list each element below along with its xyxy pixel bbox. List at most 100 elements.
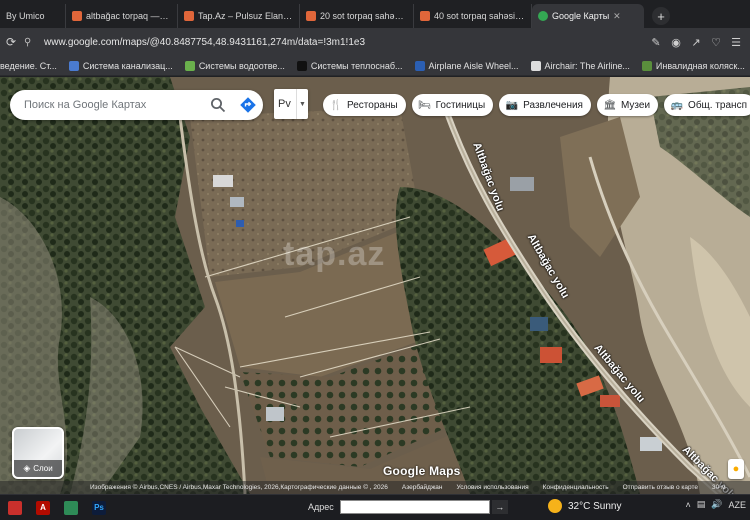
bookmark-item[interactable]: Инвалидная коляск...	[641, 60, 745, 71]
app-icon	[64, 500, 78, 515]
directions-icon	[240, 97, 256, 113]
address-bar[interactable]: ⚲ www.google.com/maps/@40.8487754,48.943…	[24, 31, 640, 53]
search-button[interactable]	[203, 90, 233, 120]
taskbar-address-input[interactable]	[339, 500, 490, 514]
bus-icon: 🚌	[670, 99, 684, 111]
screen: By Umico altbağac torpaq — Bütün Tap.Az …	[0, 0, 750, 520]
bookmark-item[interactable]: Системы водоотве...	[184, 60, 285, 71]
tab-google-maps[interactable]: Google Карты ✕	[532, 4, 644, 28]
tab-title: Google Карты	[552, 11, 610, 21]
feedback-link[interactable]: Отправить отзыв о карте	[623, 484, 698, 491]
language-value: Рv	[278, 98, 291, 110]
layers-button[interactable]: ◈ Слои	[12, 427, 64, 479]
tab-title: Tap.Az – Pulsuz Elanlar Saytı	[198, 11, 293, 21]
taskbar-address-toolbar: Адрес →	[308, 500, 508, 514]
language-selector[interactable]: Рv ▼	[274, 89, 308, 119]
tab-umico[interactable]: By Umico	[0, 4, 66, 28]
museum-icon: 🏛	[603, 99, 617, 111]
bookmark-favicon-icon	[68, 60, 79, 71]
privacy-link[interactable]: Конфиденциальность	[543, 484, 609, 491]
google-maps-logo: Google Maps	[383, 464, 461, 478]
tab-title: 20 sot torpaq sahəsi, Altbağac	[320, 11, 407, 21]
tray-chevron-icon[interactable]: ˄	[685, 500, 690, 510]
bookmarks-bar: ведение. Ст... Система канализац... Сист…	[0, 56, 750, 76]
tab-altbagac-search[interactable]: altbağac torpaq — Bütün	[66, 4, 178, 28]
bookmark-favicon-icon	[414, 60, 425, 71]
url-text: www.google.com/maps/@40.8487754,48.94311…	[44, 36, 366, 48]
layers-icon: ◈	[23, 463, 31, 473]
screenshot-icon[interactable]: ◉	[666, 32, 686, 52]
system-tray: ˄ ▤ 🔊 AZE	[679, 499, 746, 510]
chip-transit[interactable]: 🚌 Общ. трансп	[664, 94, 750, 116]
terms-link[interactable]: Условия использования	[457, 484, 529, 491]
weather-text: 32°C Sunny	[568, 500, 622, 512]
chip-hotels[interactable]: 🛏 Гостиницы	[411, 94, 494, 116]
google-maps-favicon-icon	[538, 11, 548, 21]
chip-museums[interactable]: 🏛 Музеи	[596, 94, 659, 116]
volume-icon[interactable]: 🔊	[711, 499, 722, 510]
satellite-imagery	[0, 77, 750, 494]
taskbar-app-photoshop[interactable]: Ps	[86, 495, 112, 520]
taskbar-app-red[interactable]	[2, 495, 28, 520]
windows-taskbar: A Ps Адрес → 32°C Sunny ˄ ▤ 🔊 AZE	[0, 494, 750, 520]
bookmark-item[interactable]: Airplane Aisle Wheel...	[414, 60, 519, 71]
address-label: Адрес	[308, 502, 334, 512]
edit-icon[interactable]: ✎	[646, 32, 666, 52]
tap-az-favicon-icon	[306, 11, 316, 21]
input-language[interactable]: AZE	[728, 500, 746, 510]
tap-az-favicon-icon	[184, 11, 194, 21]
directions-button[interactable]	[233, 90, 263, 120]
menu-icon[interactable]: ☰	[726, 32, 746, 52]
bed-icon: 🛏	[418, 99, 431, 111]
taskbar-app-acrobat[interactable]: A	[30, 495, 56, 520]
country-label: Азербайджан	[401, 484, 443, 491]
bookmark-item[interactable]: Система канализац...	[68, 60, 173, 71]
map-attribution-bar: Изображения © Airbus,CNES / Airbus,Maxar…	[0, 481, 750, 494]
map-canvas[interactable]: tap.az Altbağac yolu Altbağac yolu Altba…	[0, 77, 750, 494]
search-icon	[211, 98, 226, 113]
taskbar-app-green[interactable]	[58, 495, 84, 520]
acrobat-icon: A	[36, 500, 50, 515]
bookmark-heart-icon[interactable]: ♡	[706, 32, 726, 52]
go-button[interactable]: →	[491, 500, 508, 514]
category-chips: 🍴 Рестораны 🛏 Гостиницы 📷 Развлечения 🏛 Музе…	[323, 94, 750, 116]
browser-toolbar: ⟳ ⚲ www.google.com/maps/@40.8487754,48.9…	[0, 28, 750, 56]
browser-tab-strip: By Umico altbağac torpaq — Bütün Tap.Az …	[0, 0, 750, 28]
layers-label-bar: ◈ Слои	[14, 460, 62, 477]
weather-widget[interactable]: 32°C Sunny	[548, 499, 621, 513]
imagery-credit: Изображения © Airbus,CNES / Airbus,Maxar…	[90, 484, 388, 491]
new-tab-button[interactable]: +	[652, 7, 670, 25]
bookmark-favicon-icon	[530, 60, 541, 71]
network-icon[interactable]: ▤	[697, 499, 706, 510]
camera-icon: 📷	[505, 99, 519, 111]
address-bar-actions: ✎ ◉ ↗ ♡ ☰	[646, 32, 750, 52]
bookmark-item[interactable]: Airchair: The Airline...	[530, 60, 630, 71]
tab-20-sot[interactable]: 20 sot torpaq sahəsi, Altbağac	[300, 4, 414, 28]
bookmark-favicon-icon	[641, 60, 652, 71]
reload-icon[interactable]: ⟳	[0, 31, 22, 53]
tap-az-favicon-icon	[72, 11, 82, 21]
photoshop-icon: Ps	[92, 500, 106, 515]
tab-title: By Umico	[6, 11, 45, 21]
bookmark-item[interactable]: Системы теплоснаб...	[296, 60, 403, 71]
bookmark-item[interactable]: ведение. Ст...	[0, 61, 57, 71]
street-view-pegman-icon[interactable]: ●	[728, 459, 744, 479]
tab-tap-az[interactable]: Tap.Az – Pulsuz Elanlar Saytı	[178, 4, 300, 28]
maps-search-box	[10, 90, 263, 120]
chip-entertainment[interactable]: 📷 Развлечения	[499, 94, 591, 116]
fork-knife-icon: 🍴	[329, 99, 343, 111]
site-info-icon[interactable]: ⚲	[24, 37, 38, 48]
bookmark-favicon-icon	[184, 60, 195, 71]
chip-restaurants[interactable]: 🍴 Рестораны	[323, 94, 406, 116]
sun-icon	[548, 499, 562, 513]
dropdown-arrow-icon: ▼	[296, 89, 308, 119]
tab-title: 40 sot torpaq sahəsi, Xızı	[434, 11, 525, 21]
share-icon[interactable]: ↗	[686, 32, 706, 52]
tab-title: altbağac torpaq — Bütün	[86, 11, 171, 21]
close-tab-icon[interactable]: ✕	[613, 11, 621, 22]
tap-az-favicon-icon	[420, 11, 430, 21]
tab-40-sot[interactable]: 40 sot torpaq sahəsi, Xızı	[414, 4, 532, 28]
scale-label[interactable]: 30 м	[712, 484, 726, 491]
tap-az-watermark: tap.az	[283, 235, 386, 273]
search-input[interactable]	[24, 99, 203, 111]
